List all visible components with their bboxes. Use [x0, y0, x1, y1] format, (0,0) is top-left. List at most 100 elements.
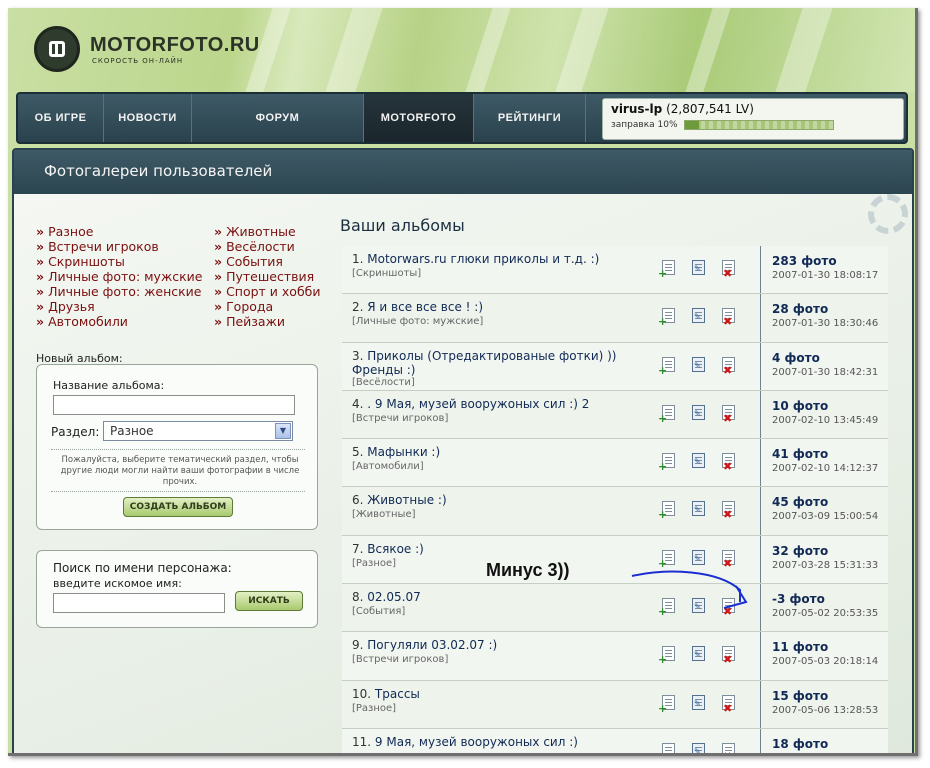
add-photo-icon[interactable]: +: [658, 501, 678, 520]
add-photo-icon[interactable]: +: [658, 694, 678, 714]
photo-count[interactable]: 4 фото: [772, 351, 820, 365]
category-link[interactable]: » Весёлости: [214, 239, 320, 254]
photo-count[interactable]: 18 фото: [772, 737, 828, 751]
album-row: 10. Трассы [Разное] + ✎ ✖ 15 фото 2007-05-06 1…: [342, 680, 888, 729]
search-button[interactable]: ИСКАТЬ: [235, 591, 303, 611]
delete-album-icon[interactable]: ✖: [720, 404, 738, 424]
edit-album-icon[interactable]: ✎: [690, 646, 708, 662]
delete-album-icon[interactable]: ✖: [720, 501, 738, 520]
nav-news[interactable]: НОВОСТИ: [104, 94, 192, 142]
album-title[interactable]: 1. Motorwars.ru глюки приколы и т.д. :): [352, 252, 652, 266]
album-name[interactable]: Трассы: [375, 687, 420, 701]
site-logo[interactable]: MOTORFOTO.RU СКОРОСТЬ ОН-ЛАЙН: [34, 26, 260, 72]
category-link[interactable]: » Автомобили: [36, 314, 202, 329]
edit-album-icon[interactable]: ✎: [690, 694, 708, 711]
album-name[interactable]: Погуляли 03.02.07 :): [367, 638, 497, 652]
edit-album-icon[interactable]: ✎: [690, 308, 708, 324]
category-label: Друзья: [48, 299, 95, 314]
add-photo-icon[interactable]: +: [658, 453, 678, 472]
albums-list: 1. Motorwars.ru глюки приколы и т.д. :) […: [342, 246, 888, 753]
add-photo-icon[interactable]: +: [658, 404, 678, 424]
section-select[interactable]: Разное ▼: [103, 421, 293, 441]
photo-count[interactable]: 45 фото: [772, 495, 828, 509]
delete-album-icon[interactable]: ✖: [720, 453, 738, 472]
category-link[interactable]: » Разное: [36, 224, 202, 239]
album-name[interactable]: Всякое :): [367, 542, 424, 556]
add-photo-icon[interactable]: +: [658, 742, 678, 753]
album-title[interactable]: 2. Я и все все все ! :): [352, 300, 652, 314]
album-category: [Автомобили]: [352, 461, 424, 473]
category-link[interactable]: » Животные: [214, 224, 320, 239]
photo-count[interactable]: 283 фото: [772, 254, 837, 268]
album-name[interactable]: 9 Мая, музей вооружоных сил :): [375, 735, 578, 749]
photo-count[interactable]: 28 фото: [772, 302, 828, 316]
album-row: 3. Приколы (Отредактированые фотки) )) Ф…: [342, 342, 888, 391]
category-label: Города: [226, 299, 274, 314]
album-name[interactable]: 02.05.07: [367, 590, 420, 604]
category-link[interactable]: » Скриншоты: [36, 254, 202, 269]
delete-album-icon[interactable]: ✖: [720, 356, 738, 376]
bullet-icon: »: [36, 224, 45, 239]
photo-count[interactable]: -3 фото: [772, 592, 825, 606]
album-actions: + ✎ ✖: [658, 646, 750, 665]
bullet-icon: »: [36, 284, 45, 299]
photo-count[interactable]: 32 фото: [772, 544, 828, 558]
album-title[interactable]: 8. 02.05.07: [352, 590, 652, 604]
gallery-panel: Фотогалереи пользователей » Разное» Встр…: [12, 148, 914, 753]
delete-album-icon[interactable]: ✖: [720, 260, 738, 279]
category-link[interactable]: » Путешествия: [214, 269, 320, 284]
category-link[interactable]: » События: [214, 254, 320, 269]
category-link[interactable]: » Личные фото: женские: [36, 284, 202, 299]
category-link[interactable]: » Встречи игроков: [36, 239, 202, 254]
category-link[interactable]: » Спорт и хобби: [214, 284, 320, 299]
edit-album-icon[interactable]: ✎: [690, 742, 708, 753]
add-photo-icon[interactable]: +: [658, 646, 678, 665]
album-name[interactable]: Мафынки :): [367, 445, 440, 459]
add-photo-icon[interactable]: +: [658, 260, 678, 279]
photo-count[interactable]: 41 фото: [772, 447, 828, 461]
edit-album-icon[interactable]: ✎: [690, 260, 708, 276]
album-title[interactable]: 7. Всякое :): [352, 542, 652, 556]
category-link[interactable]: » Личные фото: мужские: [36, 269, 202, 284]
album-name[interactable]: Я и все все все ! :): [367, 300, 483, 314]
add-photo-icon[interactable]: +: [658, 356, 678, 376]
delete-album-icon[interactable]: ✖: [720, 742, 738, 753]
delete-album-icon[interactable]: ✖: [720, 694, 738, 714]
character-search-input[interactable]: [53, 593, 225, 613]
album-name[interactable]: Motorwars.ru глюки приколы и т.д. :): [367, 252, 599, 266]
album-name[interactable]: . 9 Мая, музей вооружоных сил :) 2: [367, 397, 589, 411]
bullet-icon: »: [36, 254, 45, 269]
user-name[interactable]: virus-lp: [611, 102, 662, 116]
edit-album-icon[interactable]: ✎: [690, 453, 708, 469]
photo-count[interactable]: 10 фото: [772, 399, 828, 413]
album-date: 2007-03-09 15:00:54: [772, 511, 879, 523]
album-title[interactable]: 11. 9 Мая, музей вооружоных сил :): [352, 735, 652, 749]
category-link[interactable]: » Друзья: [36, 299, 202, 314]
nav-motorfoto[interactable]: MOTORFOTO: [364, 94, 474, 142]
category-link[interactable]: » Города: [214, 299, 320, 314]
photo-count[interactable]: 15 фото: [772, 689, 828, 703]
create-album-button[interactable]: СОЗДАТЬ АЛЬБОМ: [123, 497, 233, 517]
album-title[interactable]: 9. Погуляли 03.02.07 :): [352, 638, 652, 652]
album-title[interactable]: 4. . 9 Мая, музей вооружоных сил :) 2: [352, 397, 652, 411]
album-title[interactable]: 3. Приколы (Отредактированые фотки) )) Ф…: [352, 349, 652, 377]
nav-about-game[interactable]: ОБ ИГРЕ: [18, 94, 104, 142]
delete-album-icon[interactable]: ✖: [720, 646, 738, 665]
add-photo-icon[interactable]: +: [658, 308, 678, 327]
photo-count[interactable]: 11 фото: [772, 640, 828, 654]
edit-album-icon[interactable]: ✎: [690, 356, 708, 373]
album-name[interactable]: Животные :): [367, 493, 446, 507]
album-title[interactable]: 6. Животные :): [352, 493, 652, 507]
album-name-input[interactable]: [53, 395, 295, 415]
delete-album-icon[interactable]: ✖: [720, 308, 738, 327]
nav-ratings[interactable]: РЕЙТИНГИ: [474, 94, 586, 142]
album-name[interactable]: Приколы (Отредактированые фотки) )) Френ…: [352, 349, 616, 377]
chevron-down-icon[interactable]: ▼: [275, 423, 291, 439]
album-title[interactable]: 10. Трассы: [352, 687, 652, 701]
nav-forum[interactable]: ФОРУМ: [192, 94, 364, 142]
edit-album-icon[interactable]: ✎: [690, 404, 708, 421]
category-link[interactable]: » Пейзажи: [214, 314, 320, 329]
album-row: 9. Погуляли 03.02.07 :) [Встречи игроков]…: [342, 632, 888, 681]
album-title[interactable]: 5. Мафынки :): [352, 445, 652, 459]
edit-album-icon[interactable]: ✎: [690, 501, 708, 517]
